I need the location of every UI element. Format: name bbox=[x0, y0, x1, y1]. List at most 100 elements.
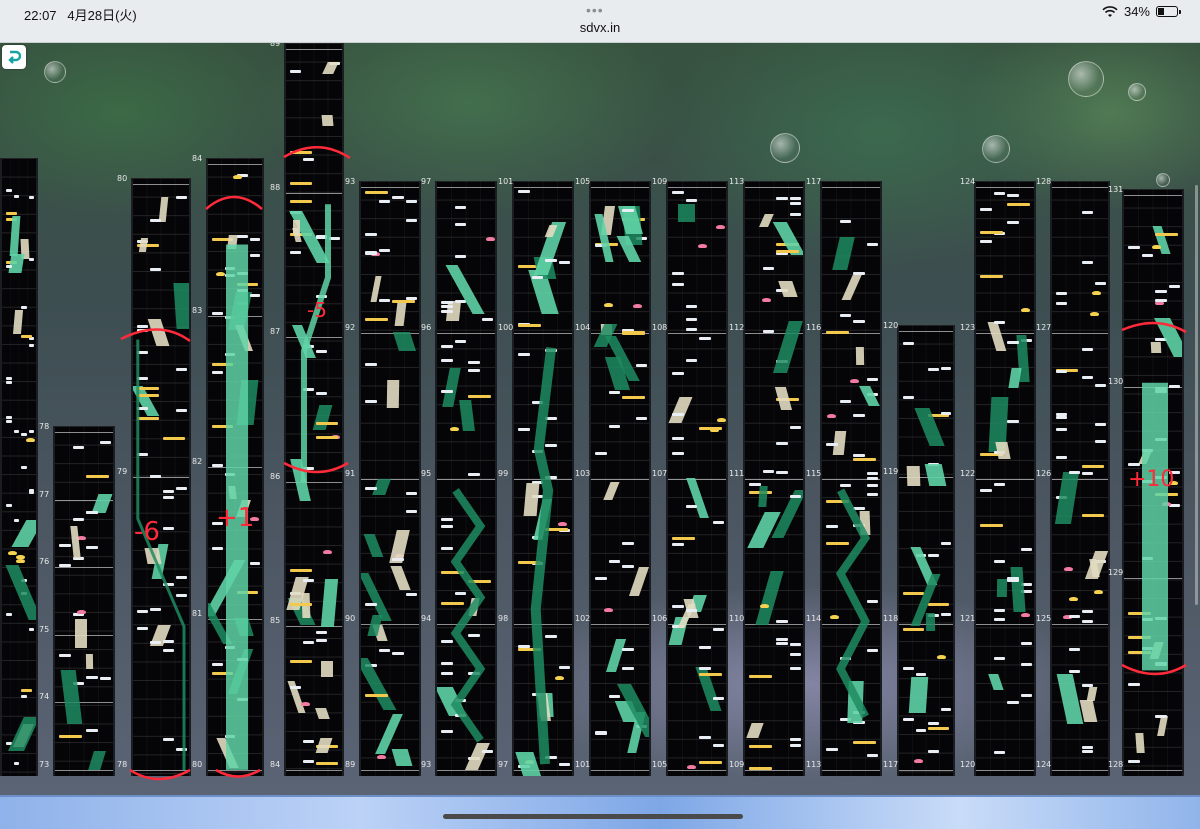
bg-bubble bbox=[1128, 83, 1146, 101]
chip-note bbox=[1095, 282, 1106, 285]
measure-line bbox=[668, 187, 726, 188]
chip-note bbox=[1155, 390, 1167, 393]
column-grid bbox=[2, 158, 36, 776]
annotation-minus6: -6 bbox=[134, 517, 160, 547]
chip-note bbox=[903, 396, 914, 399]
chart-viewer[interactable]: 78 77 76 75 74 73 80 79 78 84 83 82 81 80 89 88 87 86 85 84… bbox=[0, 43, 1200, 795]
chip-note bbox=[212, 464, 223, 467]
measure-number: 129 bbox=[1108, 568, 1124, 577]
laser-slam-marker bbox=[1069, 597, 1079, 601]
fx-note bbox=[980, 524, 1003, 527]
chip-note bbox=[481, 750, 493, 753]
chip-note bbox=[150, 219, 161, 222]
measure-line bbox=[822, 770, 880, 771]
chip-note bbox=[468, 369, 480, 372]
measure-number: 84 bbox=[270, 760, 281, 769]
chip-note bbox=[13, 762, 19, 765]
laser-slam-marker bbox=[485, 237, 495, 241]
chip-note bbox=[826, 525, 838, 528]
chip-note bbox=[441, 730, 453, 733]
chip-note bbox=[853, 454, 865, 457]
home-indicator[interactable] bbox=[443, 814, 743, 819]
measure-number: 80 bbox=[192, 760, 203, 769]
measure-number: 116 bbox=[806, 323, 822, 332]
chip-note bbox=[1056, 428, 1067, 431]
chip-note bbox=[1056, 292, 1067, 295]
chip-note bbox=[789, 202, 801, 205]
laser-segment bbox=[629, 567, 649, 596]
laser-segment bbox=[772, 321, 803, 373]
laser-segment bbox=[235, 325, 254, 351]
measure-line bbox=[55, 432, 113, 433]
chip-note bbox=[789, 667, 801, 670]
multitask-dots[interactable]: ••• bbox=[586, 2, 604, 18]
chip-note bbox=[558, 261, 570, 264]
chip-note bbox=[316, 639, 327, 642]
fx-note bbox=[59, 735, 82, 738]
fx-note bbox=[672, 537, 695, 540]
vertical-scrollbar[interactable] bbox=[1195, 185, 1198, 605]
laser-segment bbox=[390, 566, 411, 590]
chip-note bbox=[1128, 683, 1140, 686]
chip-note bbox=[405, 593, 417, 596]
chip-note bbox=[392, 196, 404, 199]
chip-note bbox=[481, 318, 493, 321]
laser-segment bbox=[858, 386, 880, 407]
chip-note bbox=[212, 663, 223, 666]
chip-note bbox=[866, 484, 878, 487]
laser-slam-marker bbox=[761, 298, 771, 302]
measure-line bbox=[976, 187, 1034, 188]
back-arrow-icon bbox=[8, 50, 22, 64]
bg-bubble bbox=[1068, 61, 1104, 97]
laser-segment bbox=[5, 565, 36, 620]
chip-note bbox=[776, 197, 788, 200]
chip-note bbox=[776, 638, 788, 641]
chip-note bbox=[1155, 617, 1167, 620]
column-grid bbox=[514, 181, 572, 776]
fx-note bbox=[903, 592, 924, 595]
laser-segment bbox=[173, 283, 189, 330]
chip-note bbox=[940, 542, 951, 545]
chip-note bbox=[28, 196, 34, 199]
fx-note bbox=[316, 762, 338, 765]
chip-note bbox=[915, 673, 926, 676]
chip-note bbox=[137, 325, 148, 328]
chip-note bbox=[545, 259, 557, 262]
laser-segment bbox=[392, 332, 417, 352]
laser-slam-marker bbox=[449, 427, 459, 431]
fx-note bbox=[468, 395, 491, 398]
annotation-minus5: -5 bbox=[307, 298, 327, 322]
fx-note bbox=[441, 602, 464, 605]
chip-note bbox=[28, 258, 34, 261]
chip-note bbox=[1007, 341, 1019, 344]
laser-segment bbox=[391, 749, 413, 766]
fx-note bbox=[826, 331, 849, 334]
chip-note bbox=[531, 276, 543, 279]
measure-number: 109 bbox=[729, 760, 745, 769]
chip-note bbox=[545, 349, 557, 352]
measure-line bbox=[133, 770, 189, 771]
chip-note bbox=[176, 487, 187, 490]
measure-line bbox=[668, 333, 726, 334]
chip-note bbox=[365, 233, 377, 236]
chip-note bbox=[940, 613, 951, 616]
chip-note bbox=[441, 301, 453, 304]
chart-column-c5: 93 92 91 90 89 bbox=[345, 177, 421, 776]
chip-note bbox=[866, 649, 878, 652]
laser-segment bbox=[320, 661, 333, 677]
fx-note bbox=[1007, 203, 1030, 206]
chip-note bbox=[545, 635, 557, 638]
chip-note bbox=[441, 525, 453, 528]
measure-line bbox=[55, 770, 113, 771]
back-button[interactable] bbox=[2, 45, 26, 69]
chip-note bbox=[558, 763, 570, 766]
chip-note bbox=[1141, 618, 1153, 621]
chart-column-c11: 117 116 115 114 113 bbox=[806, 177, 882, 776]
laser-slam-marker bbox=[686, 765, 696, 769]
chip-note bbox=[1128, 463, 1140, 466]
chip-note bbox=[28, 491, 34, 494]
fx-note bbox=[853, 741, 876, 744]
laser-segment bbox=[442, 368, 461, 407]
address-url[interactable]: sdvx.in bbox=[0, 20, 1200, 35]
fx-note bbox=[137, 417, 159, 420]
